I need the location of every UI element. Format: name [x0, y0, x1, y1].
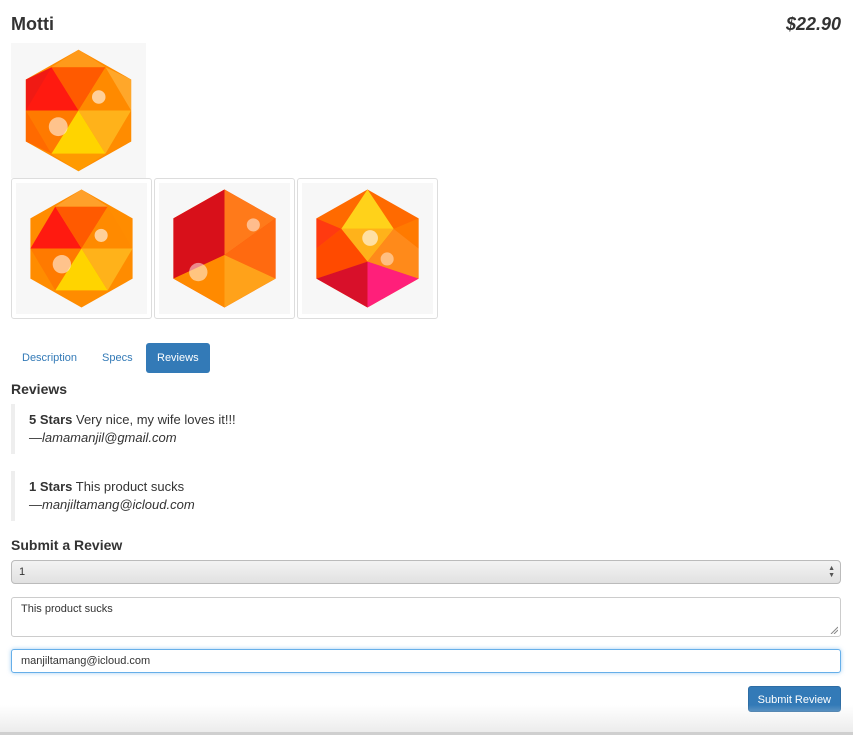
- select-arrows-icon: ▲ ▼: [828, 565, 835, 579]
- gem-hexagon-orange-icon: [16, 183, 147, 314]
- review-stars: 1 Stars: [29, 479, 73, 494]
- email-field-value: manjiltamang@icloud.com: [21, 655, 151, 667]
- reviews-heading: Reviews: [11, 381, 68, 397]
- review-body-textarea[interactable]: This product sucks: [11, 597, 841, 637]
- resize-grip-icon[interactable]: [830, 626, 838, 634]
- review-item: 1 Stars This product sucks —manjiltamang…: [11, 471, 831, 521]
- page-bottom-shadow: [0, 705, 853, 735]
- review-item: 5 Stars Very nice, my wife loves it!!! —…: [11, 404, 831, 454]
- review-body: Very nice, my wife loves it!!!: [76, 412, 236, 427]
- submit-review-heading: Submit a Review: [11, 537, 123, 553]
- product-main-image: [11, 43, 146, 178]
- gem-hexagon-pink-icon: [302, 183, 433, 314]
- tab-specs[interactable]: Specs: [91, 343, 144, 373]
- review-body: This product sucks: [75, 479, 185, 494]
- product-header: Motti $22.90: [11, 14, 841, 40]
- thumbnail-1[interactable]: [11, 178, 152, 319]
- rating-select[interactable]: 1 ▲ ▼: [11, 560, 841, 584]
- email-field[interactable]: manjiltamang@icloud.com: [11, 649, 841, 673]
- review-body-value: This product sucks: [21, 603, 113, 615]
- review-author: —manjiltamang@icloud.com: [29, 497, 195, 512]
- gem-hexagon-red-icon: [159, 183, 290, 314]
- product-title: Motti: [11, 14, 54, 34]
- tab-description[interactable]: Description: [11, 343, 88, 373]
- product-price: $22.90: [785, 14, 841, 34]
- tab-reviews[interactable]: Reviews: [146, 343, 210, 373]
- rating-select-value: 1: [19, 566, 26, 578]
- review-stars: 5 Stars: [29, 412, 73, 427]
- thumbnail-3[interactable]: [297, 178, 438, 319]
- thumbnail-2[interactable]: [154, 178, 295, 319]
- gem-hexagon-orange-icon: [25, 49, 132, 172]
- review-author: —lamamanjil@gmail.com: [29, 430, 177, 445]
